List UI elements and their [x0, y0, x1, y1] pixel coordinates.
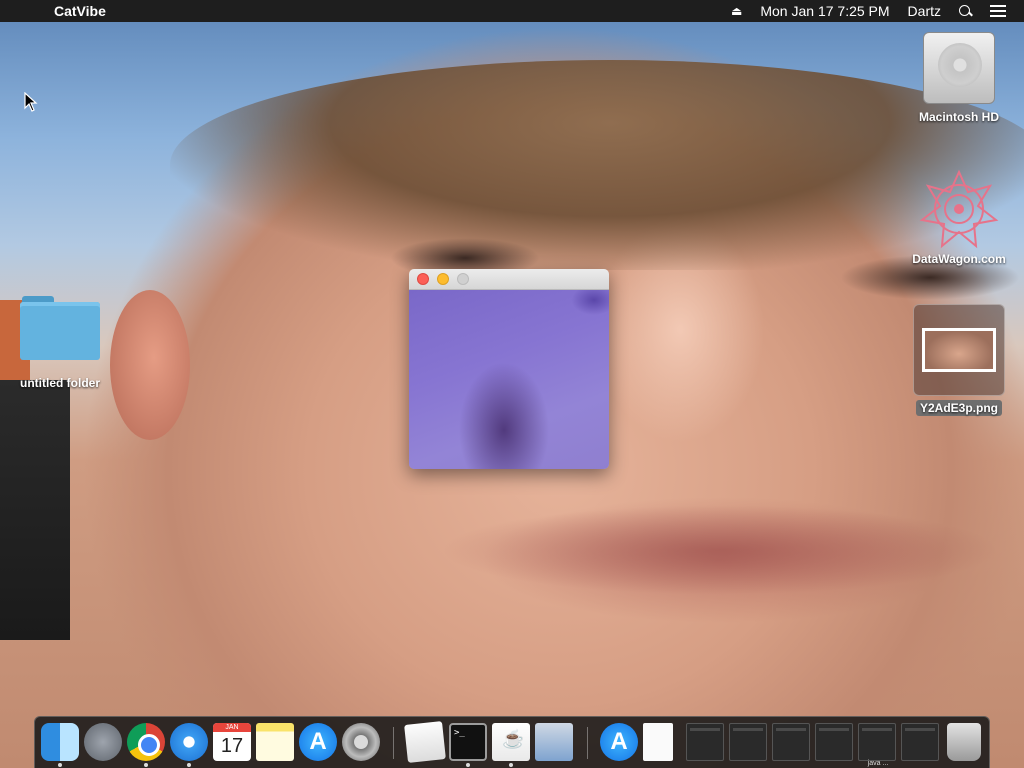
minimized-window-thumbnail[interactable] — [901, 723, 939, 761]
minimized-window-thumbnail[interactable] — [772, 723, 810, 761]
desktop-item-label: untitled folder — [20, 376, 100, 390]
running-indicator — [466, 763, 470, 767]
clock[interactable]: Mon Jan 17 7:25 PM — [760, 3, 889, 19]
wallpaper-detail — [170, 60, 1024, 270]
running-indicator — [509, 763, 513, 767]
dock-separator — [393, 727, 394, 759]
dock-separator — [587, 727, 588, 759]
app-name-menu[interactable]: CatVibe — [54, 3, 106, 19]
desktop-item-label: DataWagon.com — [912, 252, 1006, 266]
wallpaper-detail — [0, 380, 70, 640]
app-store-icon[interactable]: A — [299, 723, 337, 761]
image-file-icon — [913, 304, 1005, 396]
notification-center-icon[interactable] — [990, 5, 1006, 17]
desktop-item-untitled-folder[interactable]: untitled folder — [12, 296, 108, 390]
java-icon[interactable] — [492, 723, 530, 761]
minimized-window-thumbnail[interactable] — [686, 723, 724, 761]
preview-icon[interactable] — [535, 723, 573, 761]
datawagon-logo-icon — [918, 168, 1000, 250]
document-icon[interactable] — [643, 723, 673, 761]
launchpad-icon[interactable] — [84, 723, 122, 761]
minimized-java-window-thumbnail[interactable]: java ... — [858, 723, 896, 767]
calendar-month: JAN — [213, 723, 251, 732]
user-menu[interactable]: Dartz — [908, 3, 941, 19]
image-thumbnail — [922, 328, 996, 372]
hard-drive-icon — [923, 32, 995, 104]
terminal-icon[interactable]: >_ — [449, 723, 487, 761]
desktop-item-datawagon[interactable]: DataWagon.com — [905, 168, 1013, 266]
eject-icon[interactable]: ⏏ — [731, 4, 742, 18]
menu-bar: CatVibe ⏏ Mon Jan 17 7:25 PM Dartz — [0, 0, 1024, 22]
running-indicator — [144, 763, 148, 767]
dock: JAN 17 A >_ A java ... — [34, 716, 990, 768]
chrome-icon[interactable] — [127, 723, 165, 761]
desktop-item-label: Macintosh HD — [918, 110, 999, 124]
folder-icon — [20, 296, 100, 362]
calendar-icon[interactable]: JAN 17 — [213, 723, 251, 761]
spotlight-search-icon[interactable] — [959, 4, 972, 18]
trash-icon[interactable] — [947, 723, 981, 761]
system-preferences-icon[interactable] — [342, 723, 380, 761]
notes-icon[interactable] — [256, 723, 294, 761]
camera-preview — [409, 290, 609, 469]
calendar-day: 17 — [220, 735, 244, 757]
desktop-item-macintosh-hd[interactable]: Macintosh HD — [913, 32, 1005, 124]
thumbnail-label: java ... — [867, 760, 889, 767]
wallpaper-detail — [440, 505, 1000, 595]
close-button[interactable] — [417, 273, 429, 285]
wallpaper-detail — [110, 290, 190, 440]
minimized-window-thumbnail[interactable] — [729, 723, 767, 761]
finder-icon[interactable] — [41, 723, 79, 761]
safari-icon[interactable] — [170, 723, 208, 761]
desktop-item-png-file[interactable]: Y2AdE3p.png — [911, 304, 1007, 416]
running-indicator — [187, 763, 191, 767]
minimized-window-thumbnail[interactable] — [815, 723, 853, 761]
zoom-button[interactable] — [457, 273, 469, 285]
terminal-prompt: >_ — [454, 728, 465, 738]
window-title-bar[interactable] — [409, 269, 609, 290]
running-indicator — [58, 763, 62, 767]
app-store-download-icon[interactable]: A — [600, 723, 638, 761]
desktop-item-label: Y2AdE3p.png — [915, 400, 1002, 416]
menu-bar-status-area: ⏏ Mon Jan 17 7:25 PM Dartz — [731, 0, 1024, 22]
minimize-button[interactable] — [437, 273, 449, 285]
textedit-icon[interactable] — [404, 721, 446, 763]
app-window[interactable] — [409, 269, 609, 469]
